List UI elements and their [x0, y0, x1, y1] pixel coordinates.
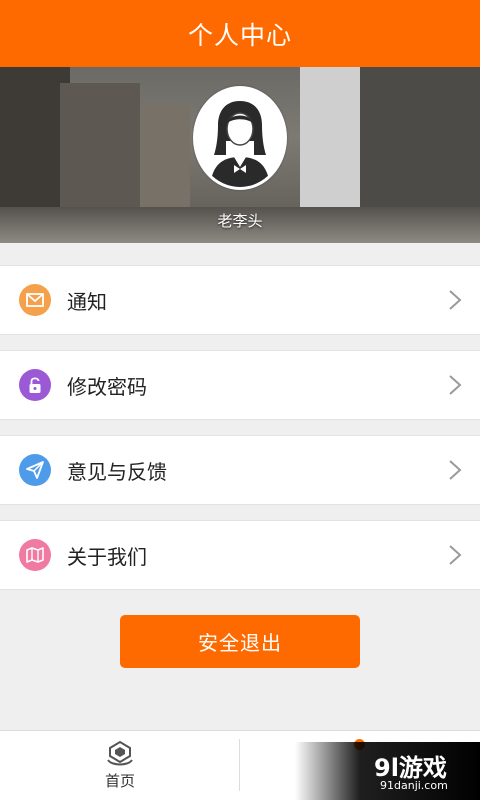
menu-item-label: 意见与反馈 [67, 459, 167, 484]
user-name: 老李头 [217, 212, 263, 230]
chevron-right-icon [449, 545, 462, 565]
home-icon [107, 740, 133, 766]
logout-button[interactable]: 安全退出 [120, 615, 360, 668]
avatar[interactable] [193, 86, 287, 190]
map-icon [19, 539, 51, 571]
tab-label: 首页 [104, 772, 135, 790]
chevron-right-icon [449, 290, 462, 310]
chevron-right-icon [449, 460, 462, 480]
user-avatar-icon [196, 94, 284, 187]
menu-item-label: 修改密码 [67, 374, 147, 399]
background-building [300, 67, 360, 213]
profile-banner: 老李头 [0, 67, 480, 243]
menu-item-about-us[interactable]: 关于我们 [0, 520, 480, 590]
menu-item-label: 通知 [67, 289, 107, 314]
watermark-logo: 9l游戏 [374, 754, 447, 782]
tab-home[interactable]: 首页 [0, 731, 240, 800]
background-building [60, 83, 140, 213]
background-building [140, 103, 190, 213]
app-header: 个人中心 [0, 0, 480, 67]
page-title: 个人中心 [187, 20, 292, 50]
mail-icon [19, 284, 51, 316]
chevron-right-icon [449, 375, 462, 395]
menu-item-label: 关于我们 [67, 544, 147, 569]
menu-item-notifications[interactable]: 通知 [0, 265, 480, 335]
menu-item-change-password[interactable]: 修改密码 [0, 350, 480, 420]
lock-icon [19, 369, 51, 401]
send-icon [19, 454, 51, 486]
watermark-url: 91danji.com [380, 779, 448, 792]
menu-item-feedback[interactable]: 意见与反馈 [0, 435, 480, 505]
background-building [360, 67, 480, 213]
